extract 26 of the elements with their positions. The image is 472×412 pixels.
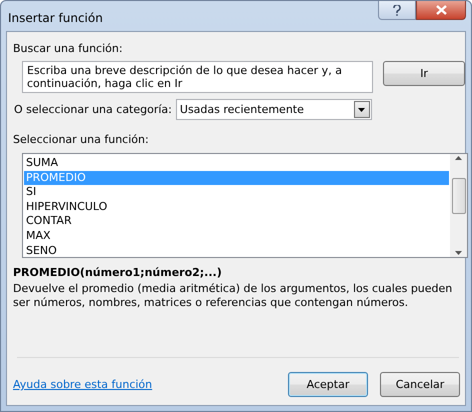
search-label: Buscar una función:: [13, 42, 124, 55]
search-field[interactable]: Escriba una breve descripción de lo que desea hacer y, a continuación, haga clic en Ir: [22, 61, 374, 93]
function-item[interactable]: SI: [24, 185, 449, 200]
help-button[interactable]: [378, 1, 416, 20]
close-icon: [436, 5, 446, 15]
go-button[interactable]: Ir: [383, 61, 465, 86]
close-button[interactable]: [416, 1, 466, 20]
dropdown-arrow-icon: [358, 108, 366, 112]
category-label: O seleccionar una categoría:: [14, 103, 172, 116]
functions-label: Seleccionar una función:: [13, 133, 150, 146]
function-item[interactable]: SUMA: [24, 156, 449, 171]
scrollbar-thumb[interactable]: [452, 178, 466, 214]
function-description: Devuelve el promedio (media aritmética) de los argumentos, los cuales pueden ser números, nombres, matrices o referencias que contengan números.: [13, 282, 453, 310]
help-icon: [393, 4, 401, 16]
category-dropdown[interactable]: Usadas recientemente: [176, 99, 372, 120]
function-signature: PROMEDIO(número1;número2;...): [13, 266, 223, 279]
help-link[interactable]: Ayuda sobre esta función: [13, 378, 152, 391]
window-title: Insertar función: [8, 11, 103, 25]
function-item[interactable]: SENO: [24, 244, 449, 258]
scroll-up-icon[interactable]: [455, 156, 462, 160]
function-item[interactable]: HIPERVINCULO: [24, 200, 449, 214]
function-item[interactable]: MAX: [24, 228, 449, 244]
function-item[interactable]: CONTAR: [24, 214, 449, 229]
dialog-button[interactable]: Aceptar: [288, 372, 368, 397]
dialog-button[interactable]: Cancelar: [380, 372, 460, 397]
scroll-down-icon[interactable]: [455, 251, 462, 255]
